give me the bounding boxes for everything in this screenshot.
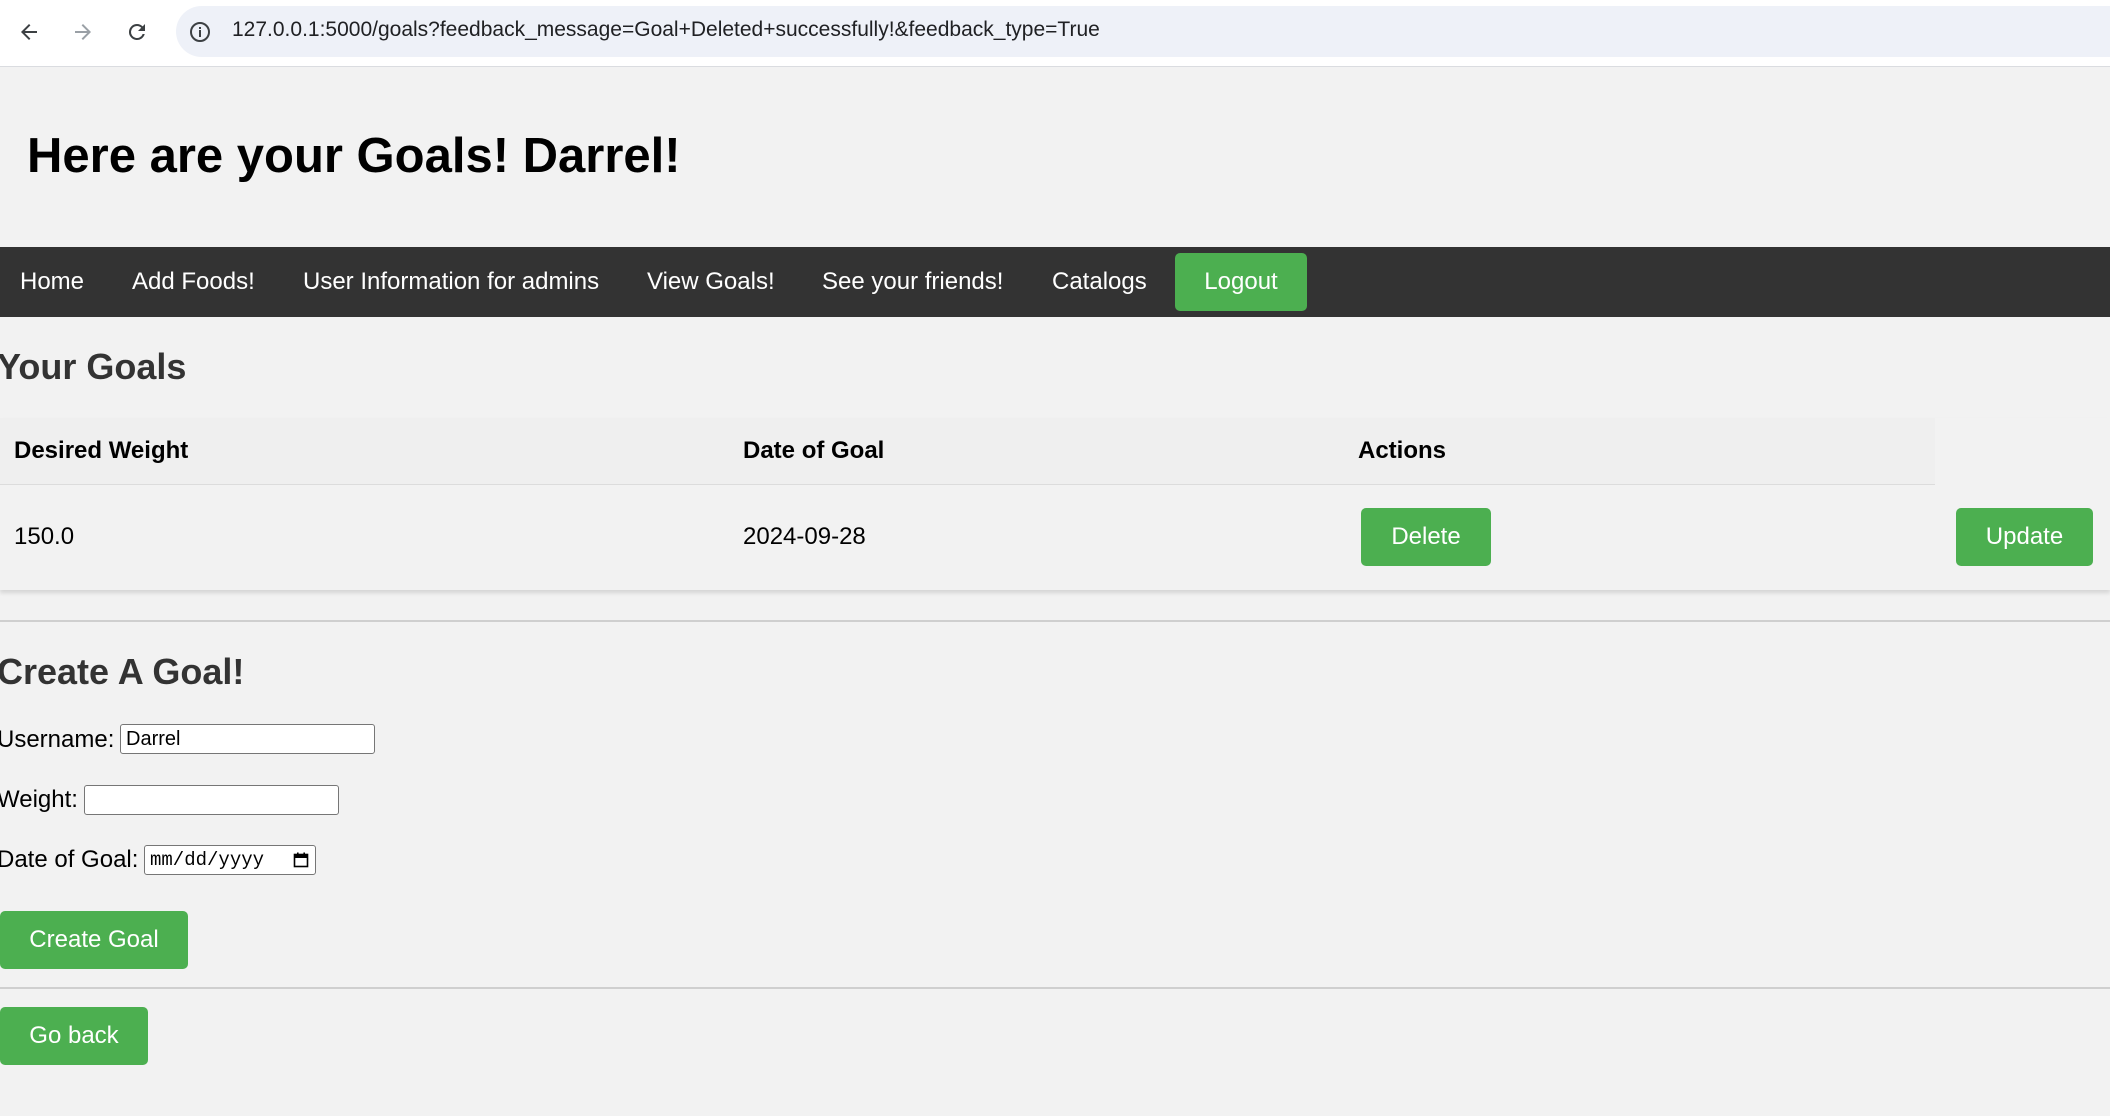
nav-add-foods-link[interactable]: Add Foods! (132, 247, 255, 317)
column-header-actions: Actions (1358, 437, 1447, 464)
calendar-icon[interactable] (293, 852, 309, 868)
create-goal-button[interactable]: Create Goal (0, 911, 188, 969)
column-header-date-of-goal: Date of Goal (743, 437, 885, 464)
nav-catalogs-link[interactable]: Catalogs (1052, 247, 1147, 317)
goals-heading: Your Goals (0, 346, 187, 387)
column-header-desired-weight: Desired Weight (14, 437, 189, 464)
address-bar[interactable]: 127.0.0.1:5000/goals?feedback_message=Go… (176, 6, 2110, 57)
nav-view-goals-link[interactable]: View Goals! (647, 247, 775, 317)
reload-icon[interactable] (120, 15, 154, 49)
table-header-row: Desired Weight Date of Goal Actions (0, 418, 1935, 485)
update-goal-button[interactable]: Update (1956, 508, 2093, 566)
date-of-goal-label: Date of Goal: (0, 846, 139, 873)
go-back-button[interactable]: Go back (0, 1007, 148, 1065)
nav-see-friends-link[interactable]: See your friends! (822, 247, 1003, 317)
weight-label: Weight: (0, 786, 78, 813)
logout-button[interactable]: Logout (1175, 253, 1307, 311)
goals-table: Desired Weight Date of Goal Actions 150.… (0, 418, 2110, 590)
username-label: Username: (0, 726, 115, 753)
divider (0, 987, 2110, 989)
url-text[interactable]: 127.0.0.1:5000/goals?feedback_message=Go… (232, 18, 1100, 42)
date-placeholder: mm/dd/yyyy (150, 849, 265, 871)
weight-input[interactable] (84, 785, 339, 815)
nav-user-information-link[interactable]: User Information for admins (303, 247, 599, 317)
forward-arrow-icon[interactable] (66, 15, 100, 49)
divider (0, 620, 2110, 622)
nav-home-link[interactable]: Home (20, 247, 84, 317)
goal-date-cell: 2024-09-28 (743, 523, 866, 550)
goal-weight-cell: 150.0 (14, 523, 75, 550)
username-input[interactable] (120, 724, 375, 754)
page-title: Here are your Goals! Darrel! (27, 129, 681, 183)
main-navbar: Home Add Foods! User Information for adm… (0, 247, 2110, 317)
back-arrow-icon[interactable] (12, 15, 46, 49)
create-goal-heading: Create A Goal! (0, 651, 245, 692)
delete-goal-button[interactable]: Delete (1361, 508, 1491, 566)
browser-toolbar: 127.0.0.1:5000/goals?feedback_message=Go… (0, 0, 2110, 67)
date-of-goal-input[interactable]: mm/dd/yyyy (144, 845, 316, 875)
site-info-icon[interactable] (186, 18, 214, 46)
